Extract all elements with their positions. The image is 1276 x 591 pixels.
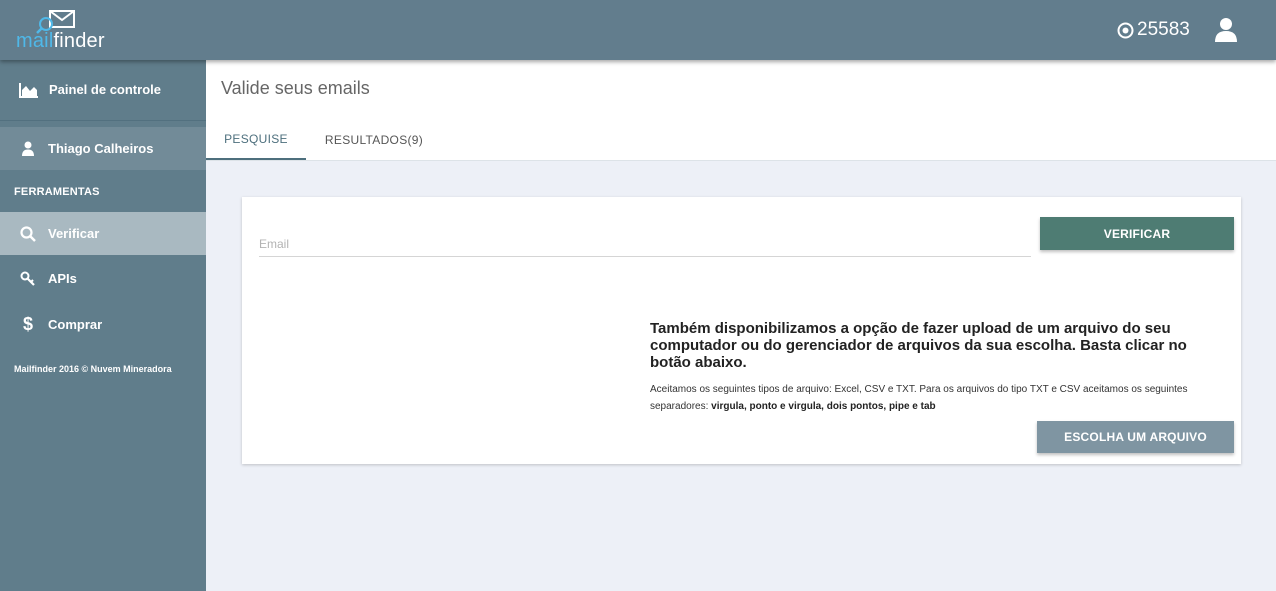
tab-resultados[interactable]: RESULTADOS(9) xyxy=(316,120,432,160)
logo-text-prefix: mail xyxy=(16,30,54,52)
sidebar-item-label: Comprar xyxy=(48,317,103,332)
upload-file-types-note: Aceitamos os seguintes tipos de arquivo:… xyxy=(650,381,1235,415)
page-title: Valide seus emails xyxy=(221,78,370,98)
sidebar-item-apis[interactable]: APIs xyxy=(0,257,206,300)
sidebar: Painel de controle Thiago Calheiros FERR… xyxy=(0,60,206,591)
target-icon xyxy=(1117,22,1134,38)
sidebar-item-label: Painel de controle xyxy=(49,82,161,97)
upload-description: Também disponibilizamos a opção de fazer… xyxy=(650,320,1187,371)
tab-pesquise[interactable]: PESQUISE xyxy=(206,120,306,160)
choose-file-button[interactable]: ESCOLHA UM ARQUIVO xyxy=(1037,421,1234,453)
sidebar-item-label: APIs xyxy=(48,271,77,286)
verify-button[interactable]: VERIFICAR xyxy=(1040,217,1234,250)
upload-note-separators: virgula, ponto e virgula, dois pontos, p… xyxy=(711,401,936,412)
logo-text-suffix: finder xyxy=(53,30,105,52)
sidebar-user-name: Thiago Calheiros xyxy=(48,141,154,156)
sidebar-footer: Mailfinder 2016 © Nuvem Mineradora xyxy=(14,364,172,374)
sidebar-section-label: FERRAMENTAS xyxy=(14,186,100,198)
verify-card: VERIFICAR Também disponibilizamos a opçã… xyxy=(242,197,1241,464)
sidebar-divider xyxy=(0,120,206,121)
sidebar-item-comprar[interactable]: $ Comprar xyxy=(0,303,206,346)
sidebar-item-label: Verificar xyxy=(48,226,100,241)
sidebar-item-verificar[interactable]: Verificar xyxy=(0,212,206,255)
user-menu-button[interactable] xyxy=(1212,16,1240,44)
mailfinder-logo[interactable]: mailfinder xyxy=(14,8,114,54)
email-input[interactable] xyxy=(259,223,1031,257)
search-icon xyxy=(18,225,38,242)
logo-text: mailfinder xyxy=(16,30,105,53)
user-icon xyxy=(18,141,38,156)
credits-counter: 25583 xyxy=(1117,19,1190,41)
credits-value: 25583 xyxy=(1137,19,1190,40)
sidebar-item-user[interactable]: Thiago Calheiros xyxy=(0,127,206,170)
area-chart-icon xyxy=(19,82,39,98)
sidebar-item-dashboard[interactable]: Painel de controle xyxy=(0,68,206,111)
dollar-icon: $ xyxy=(22,314,33,334)
main-header: Valide seus emails PESQUISE RESULTADOS(9… xyxy=(206,60,1276,161)
key-icon xyxy=(18,271,38,287)
user-icon xyxy=(1215,18,1237,42)
top-bar: mailfinder 25583 xyxy=(0,0,1276,60)
